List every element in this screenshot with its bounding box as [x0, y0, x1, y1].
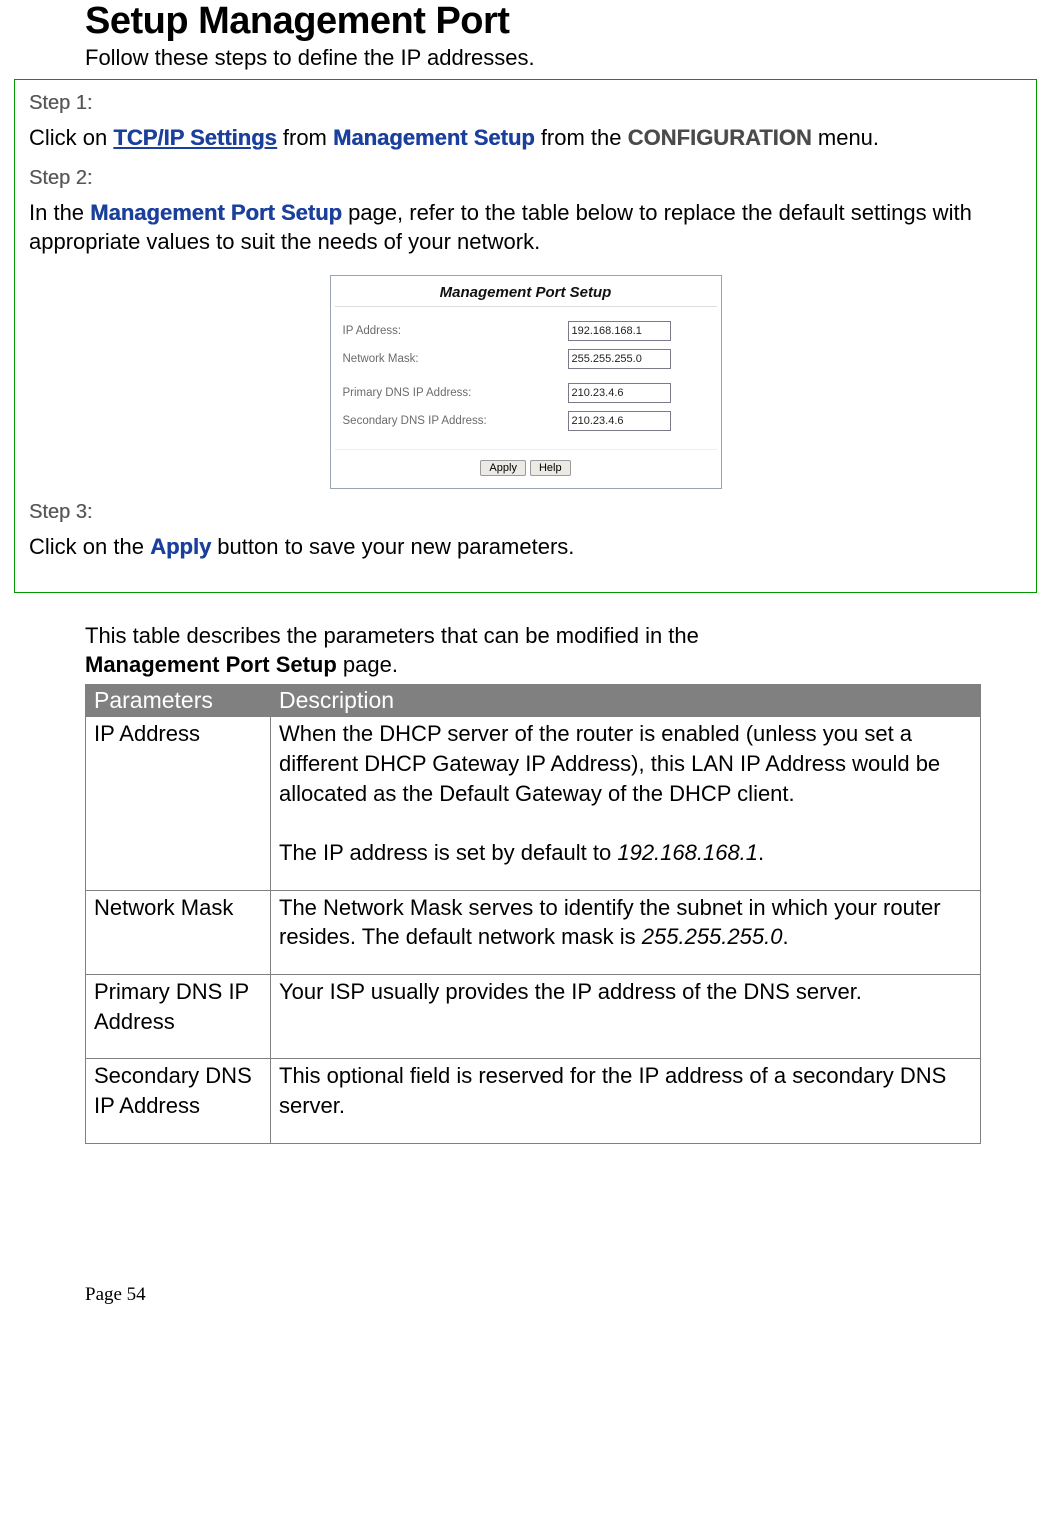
figure-row-dns2: Secondary DNS IP Address:: [343, 411, 709, 431]
configuration-menu-label: CONFIGURATION: [628, 125, 812, 150]
th-parameters: Parameters: [86, 685, 271, 717]
table-row: Primary DNS IP Address Your ISP usually …: [86, 974, 981, 1058]
step3-end: button to save your new parameters.: [211, 534, 574, 559]
figure-buttons: Apply Help: [335, 449, 717, 486]
figure-row-ip: IP Address:: [343, 321, 709, 341]
step1-pre: Click on: [29, 125, 113, 150]
step3-pre: Click on the: [29, 534, 150, 559]
intro-pre: This table describes the parameters that…: [85, 623, 699, 648]
secondary-dns-label: Secondary DNS IP Address:: [343, 415, 568, 427]
primary-dns-input[interactable]: [568, 383, 671, 403]
figure-row-dns1: Primary DNS IP Address:: [343, 383, 709, 403]
apply-button[interactable]: Apply: [480, 460, 526, 476]
cell-mask-desc: The Network Mask serves to identify the …: [271, 890, 981, 974]
network-mask-label: Network Mask:: [343, 353, 568, 365]
primary-dns-label: Primary DNS IP Address:: [343, 387, 568, 399]
r2-pre: The Network Mask serves to identify the …: [279, 895, 941, 950]
step1-mid2: from the: [535, 125, 628, 150]
help-button[interactable]: Help: [530, 460, 571, 476]
step3-label: Step 3:: [29, 501, 1022, 524]
page-subtitle: Follow these steps to define the IP addr…: [85, 45, 1041, 71]
apply-label: Apply: [150, 534, 211, 559]
r2-end: .: [782, 924, 788, 949]
management-port-setup-figure: Management Port Setup IP Address: Networ…: [330, 275, 722, 489]
figure-wrap: Management Port Setup IP Address: Networ…: [29, 275, 1022, 489]
cell-ip-address: IP Address: [86, 717, 271, 890]
step2-text: In the Management Port Setup page, refer…: [29, 198, 1022, 257]
parameters-table: Parameters Description IP Address When t…: [85, 684, 981, 1144]
r2-default-mask: 255.255.255.0: [642, 924, 783, 949]
tcpip-settings-link: TCP/IP Settings: [113, 125, 276, 150]
figure-title: Management Port Setup: [335, 278, 717, 307]
step1-end: menu.: [812, 125, 879, 150]
management-port-setup-label: Management Port Setup: [90, 200, 342, 225]
step2-label: Step 2:: [29, 167, 1022, 190]
page-number: Page 54: [85, 1284, 1041, 1306]
management-setup-label: Management Setup: [333, 125, 535, 150]
cell-primary-dns-desc: Your ISP usually provides the IP address…: [271, 974, 981, 1058]
th-description: Description: [271, 685, 981, 717]
step1-mid1: from: [277, 125, 333, 150]
table-row: Secondary DNS IP Address This optional f…: [86, 1059, 981, 1143]
table-intro: This table describes the parameters that…: [85, 621, 1041, 680]
cell-network-mask: Network Mask: [86, 890, 271, 974]
page-title: Setup Management Port: [85, 0, 1041, 43]
step1-text: Click on TCP/IP Settings from Management…: [29, 123, 1022, 153]
cell-secondary-dns-desc: This optional field is reserved for the …: [271, 1059, 981, 1143]
r1-text-b-pre: The IP address is set by default to: [279, 840, 617, 865]
ip-address-label: IP Address:: [343, 325, 568, 337]
table-row: Network Mask The Network Mask serves to …: [86, 890, 981, 974]
ip-address-input[interactable]: [568, 321, 671, 341]
steps-box: Step 1: Click on TCP/IP Settings from Ma…: [14, 79, 1037, 593]
r1-default-ip: 192.168.168.1: [617, 840, 758, 865]
intro-end: page.: [337, 652, 398, 677]
secondary-dns-input[interactable]: [568, 411, 671, 431]
step2-pre: In the: [29, 200, 90, 225]
network-mask-input[interactable]: [568, 349, 671, 369]
table-row: IP Address When the DHCP server of the r…: [86, 717, 981, 890]
cell-ip-desc: When the DHCP server of the router is en…: [271, 717, 981, 890]
step1-label: Step 1:: [29, 92, 1022, 115]
figure-body: IP Address: Network Mask: Primary DNS IP…: [331, 307, 721, 443]
intro-bold: Management Port Setup: [85, 652, 337, 677]
cell-secondary-dns: Secondary DNS IP Address: [86, 1059, 271, 1143]
r1-text-b-end: .: [758, 840, 764, 865]
step3-text: Click on the Apply button to save your n…: [29, 532, 1022, 562]
cell-primary-dns: Primary DNS IP Address: [86, 974, 271, 1058]
figure-row-mask: Network Mask:: [343, 349, 709, 369]
table-header-row: Parameters Description: [86, 685, 981, 717]
r1-text-a: When the DHCP server of the router is en…: [279, 721, 940, 805]
